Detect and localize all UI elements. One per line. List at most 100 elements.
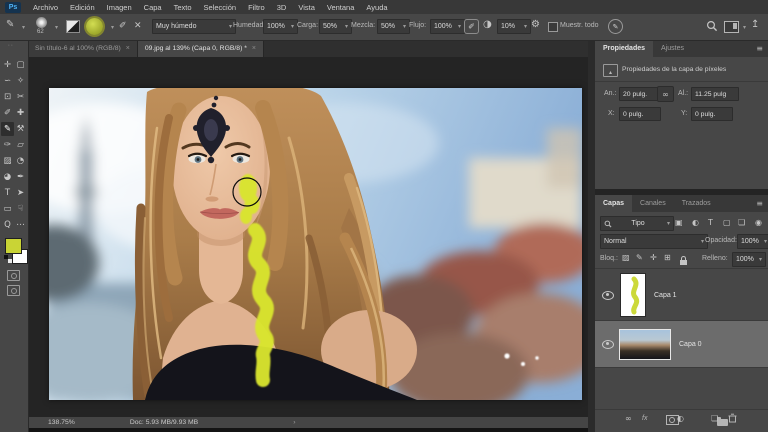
filter-smart-objects-icon[interactable]: ❏	[738, 218, 745, 228]
clean-brush-after-stroke-icon[interactable]: ✕	[134, 21, 142, 31]
quick-selection-tool[interactable]: ✧	[14, 74, 27, 88]
filter-adjustment-layers-icon[interactable]: ◐	[692, 218, 699, 228]
pen-pressure-opacity-icon[interactable]: ✐	[464, 19, 479, 34]
airbrush-flow-select[interactable]: 10%▾	[497, 19, 531, 34]
tab-capas[interactable]: Capas	[595, 195, 632, 212]
flow-select[interactable]: 100%▾	[430, 19, 465, 34]
menu-filtro[interactable]: Filtro	[248, 3, 265, 12]
shape-tool[interactable]: ▭	[1, 202, 14, 216]
canvas-image[interactable]	[49, 88, 582, 400]
default-colors-icon[interactable]	[4, 255, 12, 263]
lock-artboard-icon[interactable]: ⊞	[664, 253, 671, 263]
screen-mode-icon[interactable]	[7, 285, 20, 296]
zoom-level-field[interactable]: 138.75%	[48, 419, 75, 426]
blur-tool[interactable]: ◔	[14, 154, 27, 168]
layer-visibility-icon[interactable]	[602, 340, 614, 349]
brush-tool-preset-icon[interactable]: ✎	[6, 20, 14, 30]
panel-menu-icon[interactable]: ≡	[756, 199, 763, 208]
marquee-tool[interactable]: ▢	[14, 58, 27, 72]
pressure-size-icon[interactable]: ✎	[608, 19, 623, 34]
menu-seleccion[interactable]: Selección	[204, 3, 237, 12]
current-brush-load-swatch[interactable]	[86, 18, 103, 35]
layer-effects-icon[interactable]: fx	[642, 415, 647, 422]
menu-capa[interactable]: Capa	[144, 3, 162, 12]
gear-icon[interactable]: ⚙	[531, 20, 540, 30]
close-tab-icon[interactable]: ×	[252, 45, 256, 52]
load-select[interactable]: 50%▾	[319, 19, 352, 34]
path-selection-tool[interactable]: ➤	[14, 186, 27, 200]
slice-tool[interactable]: ✂	[14, 90, 27, 104]
menu-archivo[interactable]: Archivo	[33, 3, 58, 12]
photoshop-logo[interactable]: Ps	[5, 2, 21, 13]
layer-name[interactable]: Capa 0	[679, 341, 702, 348]
hand-tool[interactable]: ☟	[14, 202, 27, 216]
lasso-tool[interactable]: ∽	[1, 74, 14, 88]
tab-canales[interactable]: Canales	[632, 195, 674, 212]
brush-tool[interactable]: ✎	[1, 122, 14, 136]
gradient-tool[interactable]: ▨	[1, 154, 14, 168]
lock-transparency-icon[interactable]: ▨	[622, 253, 630, 263]
new-layer-icon[interactable]: ❏	[711, 414, 718, 424]
dodge-tool[interactable]: ◕	[1, 170, 14, 184]
layer-visibility-icon[interactable]	[602, 291, 614, 300]
filter-pixel-layers-icon[interactable]: ▣	[675, 218, 683, 228]
lock-position-icon[interactable]: ✛	[650, 253, 657, 263]
humidity-select[interactable]: 100%▾	[263, 19, 298, 34]
menu-3d[interactable]: 3D	[277, 3, 287, 12]
eyedropper-tool[interactable]: ✐	[1, 106, 14, 120]
tab-trazados[interactable]: Trazados	[674, 195, 719, 212]
move-tool[interactable]: ✛	[1, 58, 14, 72]
foreground-color-swatch[interactable]	[5, 238, 22, 254]
blend-mode-select[interactable]: Normal▾	[600, 234, 708, 249]
document-tab-untitled[interactable]: Sin título-6 al 100% (RGB/8) ×	[28, 40, 138, 57]
pen-tool[interactable]: ✒	[14, 170, 27, 184]
edit-toolbar-button[interactable]: ⋯	[14, 218, 27, 232]
new-group-icon[interactable]	[717, 419, 728, 426]
brush-preview[interactable]	[36, 17, 47, 28]
layer-row-capa1[interactable]: Capa 1	[595, 270, 768, 320]
load-brush-after-stroke-icon[interactable]: ✐	[119, 21, 127, 31]
link-layers-icon[interactable]: ∞	[625, 414, 632, 424]
quick-mask-icon[interactable]	[7, 270, 20, 281]
brush-load-dropdown-icon[interactable]: ▾	[111, 24, 114, 31]
filter-type-layers-icon[interactable]: T	[708, 218, 713, 228]
fill-select[interactable]: 100%▾	[732, 252, 766, 267]
wet-preset-select[interactable]: Muy húmedo▾	[152, 19, 236, 34]
menu-imagen[interactable]: Imagen	[107, 3, 132, 12]
menu-edicion[interactable]: Edición	[70, 3, 95, 12]
search-icon[interactable]	[706, 20, 718, 32]
lock-all-icon[interactable]	[680, 260, 687, 265]
sample-all-checkbox[interactable]	[548, 22, 558, 32]
airbrush-icon[interactable]: ◑	[483, 20, 492, 30]
y-field[interactable]: 0 pulg.	[691, 107, 733, 121]
eraser-tool[interactable]: ▱	[14, 138, 27, 152]
tab-ajustes[interactable]: Ajustes	[653, 40, 692, 57]
menu-ayuda[interactable]: Ayuda	[366, 3, 387, 12]
close-tab-icon[interactable]: ×	[126, 45, 130, 52]
type-tool[interactable]: T	[1, 186, 14, 200]
document-tab-09jpg[interactable]: 09.jpg al 139% (Capa 0, RGB/8) * ×	[138, 40, 264, 57]
panel-menu-icon[interactable]: ≡	[756, 44, 763, 53]
healing-brush-tool[interactable]: ✚	[14, 106, 27, 120]
layer-filter-select[interactable]: Tipo▾	[600, 216, 674, 231]
crop-tool[interactable]: ⊡	[1, 90, 14, 104]
filter-shape-layers-icon[interactable]: ▢	[723, 218, 731, 228]
layer-name[interactable]: Capa 1	[654, 292, 677, 299]
status-chevron-icon[interactable]: ›	[293, 419, 295, 426]
width-field[interactable]: 20 pulg.	[619, 87, 661, 101]
history-brush-tool[interactable]: ✑	[1, 138, 14, 152]
menu-vista[interactable]: Vista	[298, 3, 315, 12]
layer-thumbnail[interactable]	[619, 329, 671, 360]
workspace-dropdown-icon[interactable]: ▾	[743, 24, 746, 31]
zoom-tool[interactable]: Q	[1, 218, 14, 232]
x-field[interactable]: 0 pulg.	[619, 107, 661, 121]
brush-picker-dropdown-icon[interactable]: ▾	[55, 24, 58, 31]
lock-paint-icon[interactable]: ✎	[636, 253, 643, 263]
link-dimensions-icon[interactable]: ∞	[657, 86, 674, 102]
tool-preset-dropdown-icon[interactable]: ▾	[22, 24, 25, 31]
layer-thumbnail[interactable]	[620, 273, 646, 317]
new-adjustment-layer-icon[interactable]: ◐	[677, 414, 684, 424]
menu-texto[interactable]: Texto	[174, 3, 192, 12]
mix-select[interactable]: 50%▾	[377, 19, 410, 34]
opacity-select[interactable]: 100%▾	[737, 234, 768, 249]
